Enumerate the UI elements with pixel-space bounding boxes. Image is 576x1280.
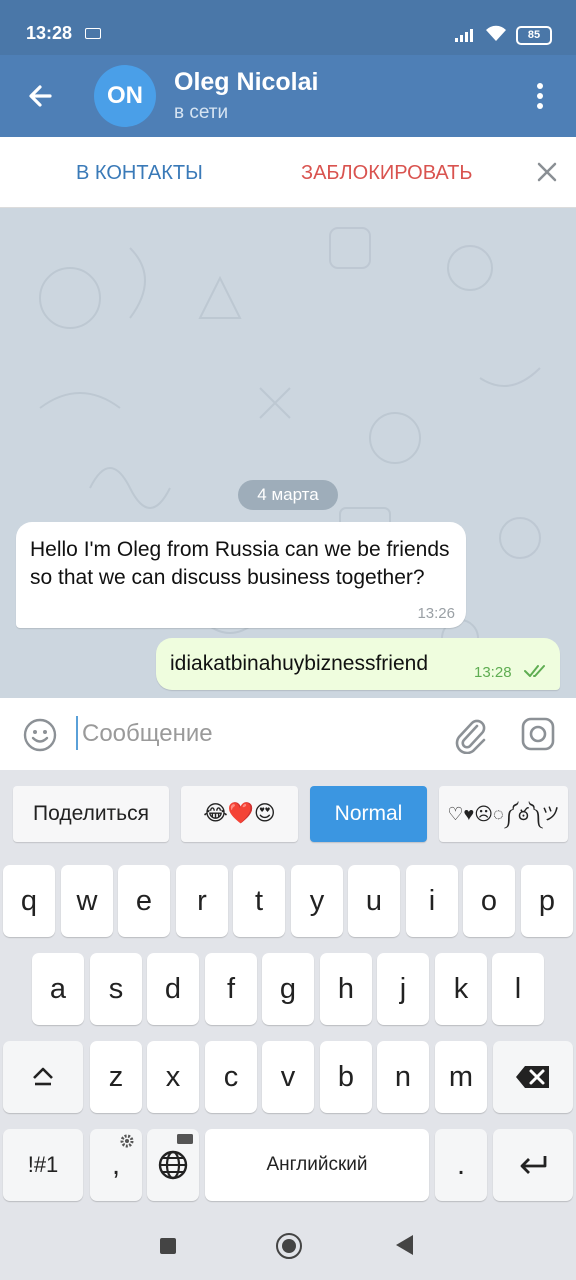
close-icon[interactable] [534, 159, 560, 185]
message-composer [0, 698, 576, 770]
keyboard-indicator-icon [85, 28, 101, 39]
key-r[interactable]: r [176, 865, 228, 937]
keyboard-settings-icon [177, 1134, 193, 1144]
instagram-camera-icon[interactable] [520, 716, 556, 752]
shift-icon [33, 1067, 53, 1086]
contact-action-bar: В КОНТАКТЫ ЗАБЛОКИРОВАТЬ [0, 137, 576, 208]
paperclip-icon[interactable] [452, 716, 488, 754]
globe-icon [158, 1150, 188, 1180]
suggestion-symbols[interactable]: ♡♥☹◌༼ఠ༽ツ [439, 786, 568, 842]
key-z[interactable]: z [90, 1041, 142, 1113]
comma-key[interactable]: , [90, 1129, 142, 1201]
date-separator: 4 марта [238, 480, 338, 510]
key-j[interactable]: j [377, 953, 429, 1025]
key-a[interactable]: a [32, 953, 84, 1025]
backspace-key[interactable] [493, 1041, 573, 1113]
space-key[interactable]: Английский [205, 1129, 429, 1201]
chat-header: ON Oleg Nicolai в сети [0, 55, 576, 137]
read-double-check-icon [524, 665, 545, 677]
nav-back-icon[interactable] [396, 1235, 413, 1255]
key-t[interactable]: t [233, 865, 285, 937]
suggestion-emoji[interactable]: 😂❤️😍 [181, 786, 298, 842]
key-f[interactable]: f [205, 953, 257, 1025]
key-p[interactable]: p [521, 865, 573, 937]
on-screen-keyboard: Поделиться 😂❤️😍 Normal ♡♥☹◌༼ఠ༽ツ q w e r … [0, 770, 576, 1210]
key-q[interactable]: q [3, 865, 55, 937]
suggestion-normal[interactable]: Normal [310, 786, 427, 842]
enter-key[interactable] [493, 1129, 573, 1201]
recent-apps-icon[interactable] [160, 1238, 176, 1254]
block-user-button[interactable]: ЗАБЛОКИРОВАТЬ [301, 162, 473, 185]
contact-status: в сети [174, 102, 229, 123]
battery-icon: 85 [516, 26, 552, 45]
message-text: Hello I'm Oleg from Russia can we be fri… [30, 538, 450, 589]
backspace-icon [516, 1066, 549, 1088]
key-n[interactable]: n [377, 1041, 429, 1113]
home-icon[interactable] [276, 1233, 302, 1259]
status-bar: 13:28 85 [0, 0, 576, 55]
key-m[interactable]: m [435, 1041, 487, 1113]
message-time: 13:26 [417, 605, 455, 622]
suggestion-share[interactable]: Поделиться [13, 786, 169, 842]
period-key[interactable]: . [435, 1129, 487, 1201]
chat-messages-area[interactable]: 4 марта Hello I'm Oleg from Russia can w… [0, 208, 576, 698]
key-b[interactable]: b [320, 1041, 372, 1113]
message-input[interactable] [80, 712, 434, 756]
key-w[interactable]: w [61, 865, 113, 937]
key-h[interactable]: h [320, 953, 372, 1025]
key-d[interactable]: d [147, 953, 199, 1025]
signal-icon [455, 29, 473, 42]
language-key[interactable] [147, 1129, 199, 1201]
contact-name[interactable]: Oleg Nicolai [174, 68, 318, 97]
message-time: 13:28 [474, 664, 512, 681]
status-time: 13:28 [26, 23, 73, 43]
key-x[interactable]: x [147, 1041, 199, 1113]
avatar[interactable]: ON [94, 65, 156, 127]
emoji-icon[interactable] [22, 717, 58, 753]
key-e[interactable]: e [118, 865, 170, 937]
back-arrow-icon[interactable] [22, 76, 62, 116]
wifi-icon [486, 25, 506, 41]
key-v[interactable]: v [262, 1041, 314, 1113]
comma-label: , [111, 1149, 121, 1181]
add-to-contacts-button[interactable]: В КОНТАКТЫ [76, 162, 203, 185]
key-i[interactable]: i [406, 865, 458, 937]
symbols-key[interactable]: !#1 [3, 1129, 83, 1201]
message-text: idiakatbinahuybiznessfriend [170, 652, 428, 675]
text-cursor [76, 716, 78, 750]
key-o[interactable]: o [463, 865, 515, 937]
shift-key[interactable] [3, 1041, 83, 1113]
more-options-icon[interactable] [528, 79, 552, 113]
enter-icon [520, 1156, 547, 1174]
key-g[interactable]: g [262, 953, 314, 1025]
key-k[interactable]: k [435, 953, 487, 1025]
outgoing-message-bubble[interactable]: idiakatbinahuybiznessfriend 13:28 [156, 638, 560, 690]
incoming-message-bubble[interactable]: Hello I'm Oleg from Russia can we be fri… [16, 522, 466, 628]
settings-gear-icon [120, 1134, 134, 1148]
key-y[interactable]: y [291, 865, 343, 937]
key-c[interactable]: c [205, 1041, 257, 1113]
system-navigation-bar [0, 1210, 576, 1280]
key-s[interactable]: s [90, 953, 142, 1025]
key-l[interactable]: l [492, 953, 544, 1025]
key-u[interactable]: u [348, 865, 400, 937]
